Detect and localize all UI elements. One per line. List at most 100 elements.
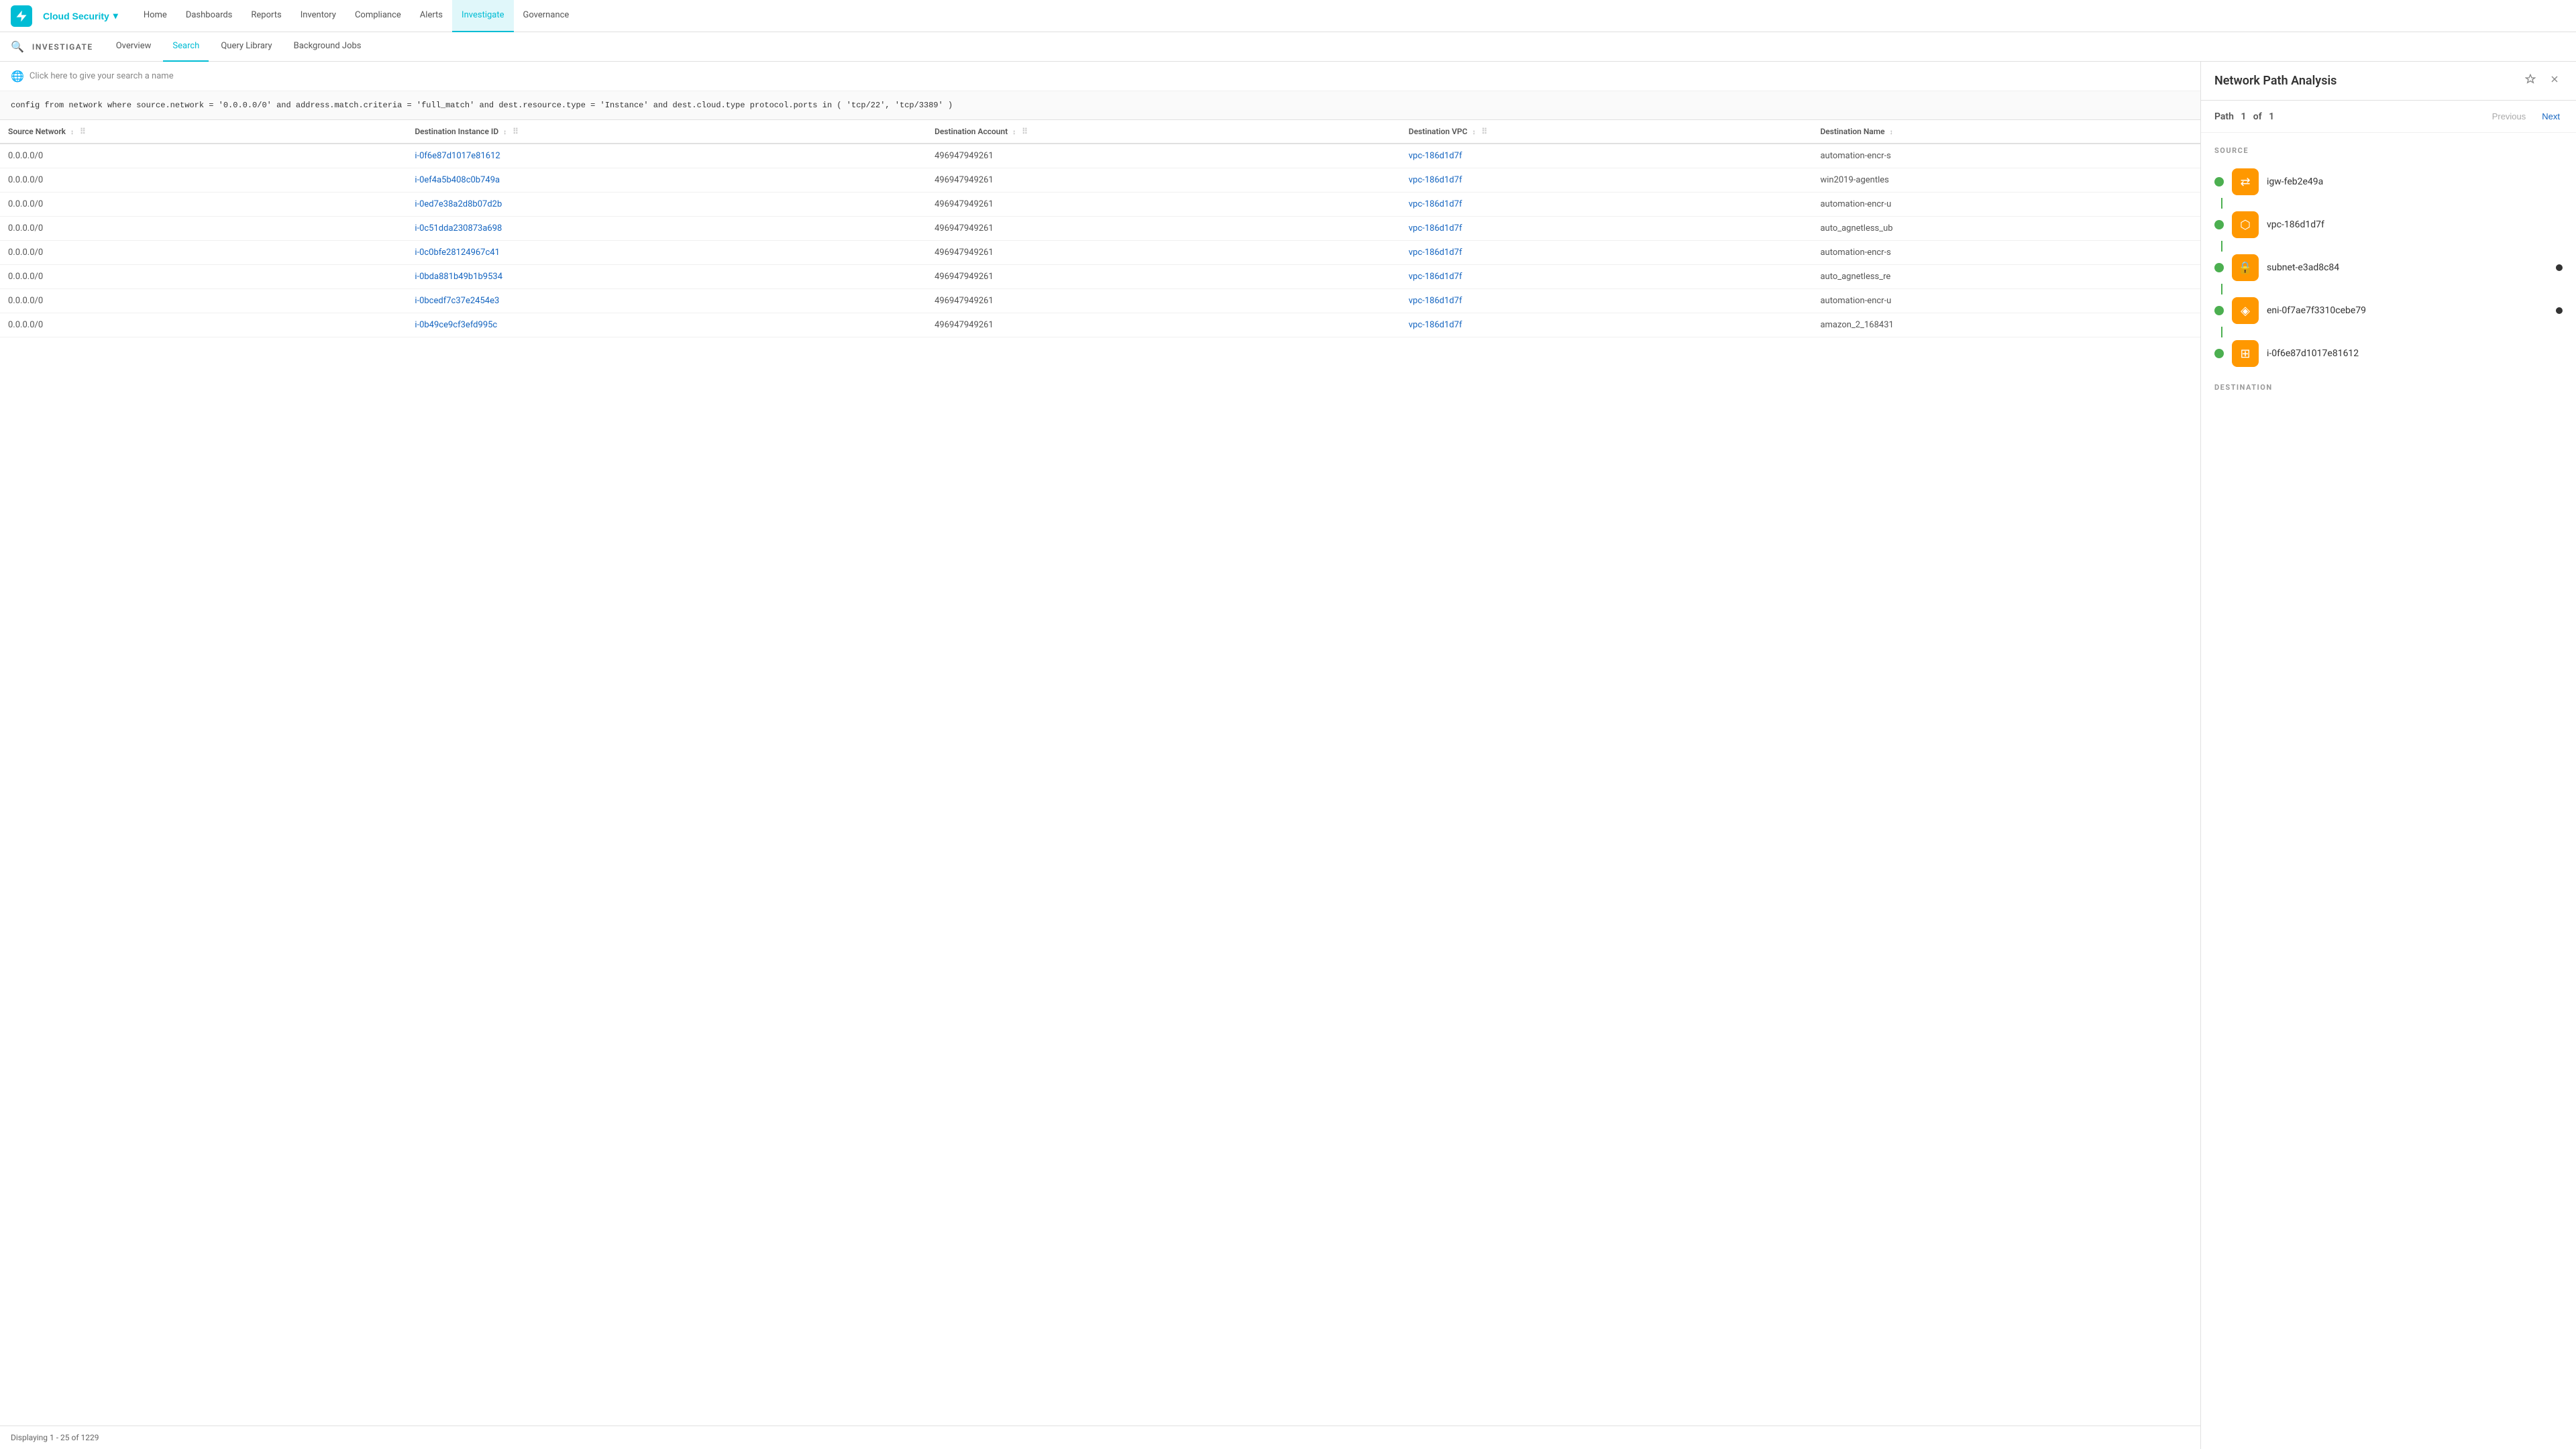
node-connector-line (2221, 327, 2222, 337)
cell-dest-vpc[interactable]: vpc-186d1d7f (1401, 168, 1813, 193)
cell-source-network: 0.0.0.0/0 (0, 265, 407, 289)
destination-section: DESTINATION (2201, 383, 2576, 416)
cell-dest-account: 496947949261 (926, 313, 1401, 337)
node-connector-line (2221, 284, 2222, 294)
cloud-security-dropdown[interactable]: Cloud Security (38, 7, 123, 24)
path-node[interactable]: ⇄igw-feb2e49a (2214, 166, 2563, 198)
sort-icon-dest-acct: ↕ (1012, 129, 1016, 136)
tab-query-library[interactable]: Query Library (211, 32, 281, 62)
cell-dest-account: 496947949261 (926, 144, 1401, 168)
vpc-icon: ⬡ (2232, 211, 2259, 238)
node-connector-line (2221, 241, 2222, 252)
results-table: Source Network ↕ ⠿ Destination Instance … (0, 120, 2200, 337)
table-row: 0.0.0.0/0i-0bcedf7c37e2454e3496947949261… (0, 289, 2200, 313)
path-navigation: Path 1 of 1 Previous Next (2201, 101, 2576, 133)
cell-dest-vpc[interactable]: vpc-186d1d7f (1401, 144, 1813, 168)
sort-icon-dest-name: ↕ (1890, 129, 1893, 136)
right-panel-title: Network Path Analysis (2214, 74, 2337, 88)
previous-button[interactable]: Previous (2489, 110, 2529, 123)
cell-dest-id[interactable]: i-0bda881b49b1b9534 (407, 265, 926, 289)
query-text[interactable]: config from network where source.network… (11, 99, 2190, 111)
results-table-container: Source Network ↕ ⠿ Destination Instance … (0, 120, 2200, 1426)
cell-dest-id[interactable]: i-0ef4a5b408c0b749a (407, 168, 926, 193)
nav-home[interactable]: Home (134, 0, 176, 32)
cell-dest-account: 496947949261 (926, 265, 1401, 289)
cell-dest-id[interactable]: i-0f6e87d1017e81612 (407, 144, 926, 168)
nav-reports[interactable]: Reports (241, 0, 290, 32)
nav-investigate[interactable]: Investigate (452, 0, 513, 32)
cell-source-network: 0.0.0.0/0 (0, 289, 407, 313)
query-box: config from network where source.network… (0, 91, 2200, 120)
cell-dest-vpc[interactable]: vpc-186d1d7f (1401, 289, 1813, 313)
table-row: 0.0.0.0/0i-0ed7e38a2d8b07d2b496947949261… (0, 193, 2200, 217)
cell-source-network: 0.0.0.0/0 (0, 313, 407, 337)
cell-dest-name: auto_agnetless_re (1812, 265, 2200, 289)
path-node[interactable]: ⊞i-0f6e87d1017e81612 (2214, 337, 2563, 370)
node-side-indicator (2556, 264, 2563, 271)
drag-icon-dest-acct[interactable]: ⠿ (1022, 127, 1028, 136)
nav-alerts[interactable]: Alerts (411, 0, 452, 32)
cell-dest-id[interactable]: i-0bcedf7c37e2454e3 (407, 289, 926, 313)
node-side-indicator (2556, 307, 2563, 314)
cell-dest-name: automation-encr-s (1812, 144, 2200, 168)
col-dest-vpc[interactable]: Destination VPC ↕ ⠿ (1401, 120, 1813, 144)
path-node[interactable]: ⬡vpc-186d1d7f (2214, 209, 2563, 241)
cell-dest-name: automation-encr-u (1812, 193, 2200, 217)
sub-nav-title: INVESTIGATE (32, 42, 93, 52)
cell-dest-id[interactable]: i-0c51dda230873a698 (407, 217, 926, 241)
source-section-label: SOURCE (2214, 146, 2563, 155)
node-label: igw-feb2e49a (2267, 176, 2563, 187)
globe-icon: 🌐 (11, 70, 24, 83)
left-panel: 🌐 Click here to give your search a name … (0, 62, 2200, 1449)
sort-icon-dest-id: ↕ (503, 129, 506, 136)
cell-dest-account: 496947949261 (926, 168, 1401, 193)
search-name-bar: 🌐 Click here to give your search a name (0, 62, 2200, 91)
node-dot (2214, 220, 2224, 229)
nav-compliance[interactable]: Compliance (345, 0, 411, 32)
cell-dest-vpc[interactable]: vpc-186d1d7f (1401, 241, 1813, 265)
drag-icon-dest-vpc[interactable]: ⠿ (1481, 127, 1487, 136)
cell-dest-vpc[interactable]: vpc-186d1d7f (1401, 193, 1813, 217)
search-name-placeholder[interactable]: Click here to give your search a name (30, 71, 174, 81)
cell-dest-id[interactable]: i-0b49ce9cf3efd995c (407, 313, 926, 337)
search-nav-icon: 🔍 (11, 40, 24, 53)
cell-dest-vpc[interactable]: vpc-186d1d7f (1401, 265, 1813, 289)
tab-background-jobs[interactable]: Background Jobs (284, 32, 371, 62)
cell-dest-vpc[interactable]: vpc-186d1d7f (1401, 313, 1813, 337)
close-button[interactable] (2546, 72, 2563, 89)
instance-icon: ⊞ (2232, 340, 2259, 367)
col-dest-account[interactable]: Destination Account ↕ ⠿ (926, 120, 1401, 144)
tab-search[interactable]: Search (163, 32, 209, 62)
sort-icon-dest-vpc: ↕ (1472, 129, 1475, 136)
cell-dest-name: amazon_2_168431 (1812, 313, 2200, 337)
path-info: Path 1 of 1 (2214, 111, 2274, 122)
cell-dest-account: 496947949261 (926, 289, 1401, 313)
drag-icon-dest-id[interactable]: ⠿ (513, 127, 519, 136)
cell-dest-account: 496947949261 (926, 193, 1401, 217)
col-dest-instance-id[interactable]: Destination Instance ID ↕ ⠿ (407, 120, 926, 144)
node-label: eni-0f7ae7f3310cebe79 (2267, 305, 2548, 316)
cell-dest-id[interactable]: i-0c0bfe28124967c41 (407, 241, 926, 265)
cell-source-network: 0.0.0.0/0 (0, 241, 407, 265)
col-source-network[interactable]: Source Network ↕ ⠿ (0, 120, 407, 144)
drag-icon-source[interactable]: ⠿ (80, 127, 86, 136)
path-node[interactable]: 🔒subnet-e3ad8c84 (2214, 252, 2563, 284)
eni-icon: ◈ (2232, 297, 2259, 324)
node-dot (2214, 306, 2224, 315)
cell-dest-id[interactable]: i-0ed7e38a2d8b07d2b (407, 193, 926, 217)
next-button[interactable]: Next (2539, 110, 2563, 123)
cell-dest-account: 496947949261 (926, 217, 1401, 241)
nav-dashboards[interactable]: Dashboards (176, 0, 242, 32)
col-dest-name[interactable]: Destination Name ↕ (1812, 120, 2200, 144)
pin-button[interactable] (2522, 72, 2538, 89)
cell-dest-account: 496947949261 (926, 241, 1401, 265)
cell-dest-vpc[interactable]: vpc-186d1d7f (1401, 217, 1813, 241)
cell-source-network: 0.0.0.0/0 (0, 217, 407, 241)
app-logo[interactable] (11, 5, 32, 27)
path-node[interactable]: ◈ eni-0f7ae7f3310cebe79 (2214, 294, 2563, 327)
nav-inventory[interactable]: Inventory (291, 0, 345, 32)
cell-source-network: 0.0.0.0/0 (0, 193, 407, 217)
tab-overview[interactable]: Overview (107, 32, 161, 62)
node-label: subnet-e3ad8c84 (2267, 262, 2548, 273)
nav-governance[interactable]: Governance (514, 0, 579, 32)
